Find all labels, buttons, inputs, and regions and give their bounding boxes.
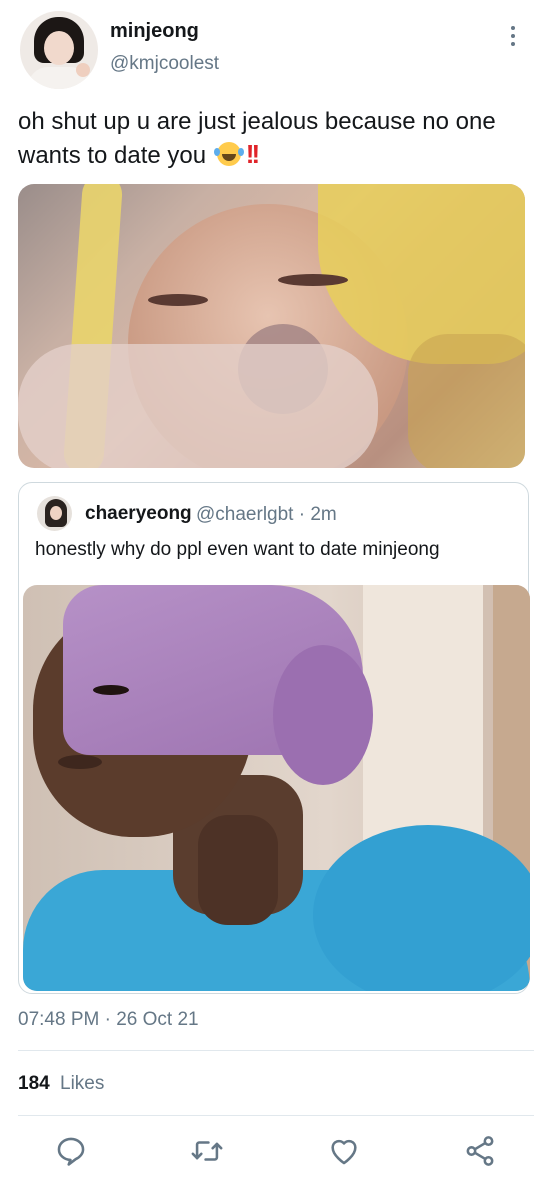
author-name[interactable]: minjeong [110,20,199,43]
tweet-timestamp[interactable]: 07:48 PM · 26 Oct 21 [18,1009,199,1031]
divider [18,1050,534,1051]
reply-icon[interactable] [54,1134,88,1168]
quoted-author-avatar[interactable] [37,496,72,531]
double-exclamation-emoji-icon: !! [245,139,260,169]
quoted-author-handle[interactable]: @chaerlgbt · 2m [196,504,337,526]
tweet-text: oh shut up u are just jealous because no… [18,106,543,172]
more-vertical-icon[interactable] [508,26,518,50]
heart-icon[interactable] [327,1134,361,1168]
author-avatar[interactable] [20,11,98,89]
quoted-tweet-text: honestly why do ppl even want to date mi… [35,539,440,560]
likes-count[interactable]: 184 [18,1073,50,1095]
laughing-emoji-icon [213,142,241,166]
quoted-tweet-image[interactable] [23,585,530,991]
likes-label[interactable]: Likes [60,1073,104,1095]
quoted-author-name[interactable]: chaeryeong [85,503,192,525]
share-icon[interactable] [463,1134,497,1168]
retweet-icon[interactable] [190,1134,224,1168]
author-handle[interactable]: @kmjcoolest [110,53,219,75]
divider [18,1115,534,1116]
tweet-image[interactable] [18,184,525,468]
